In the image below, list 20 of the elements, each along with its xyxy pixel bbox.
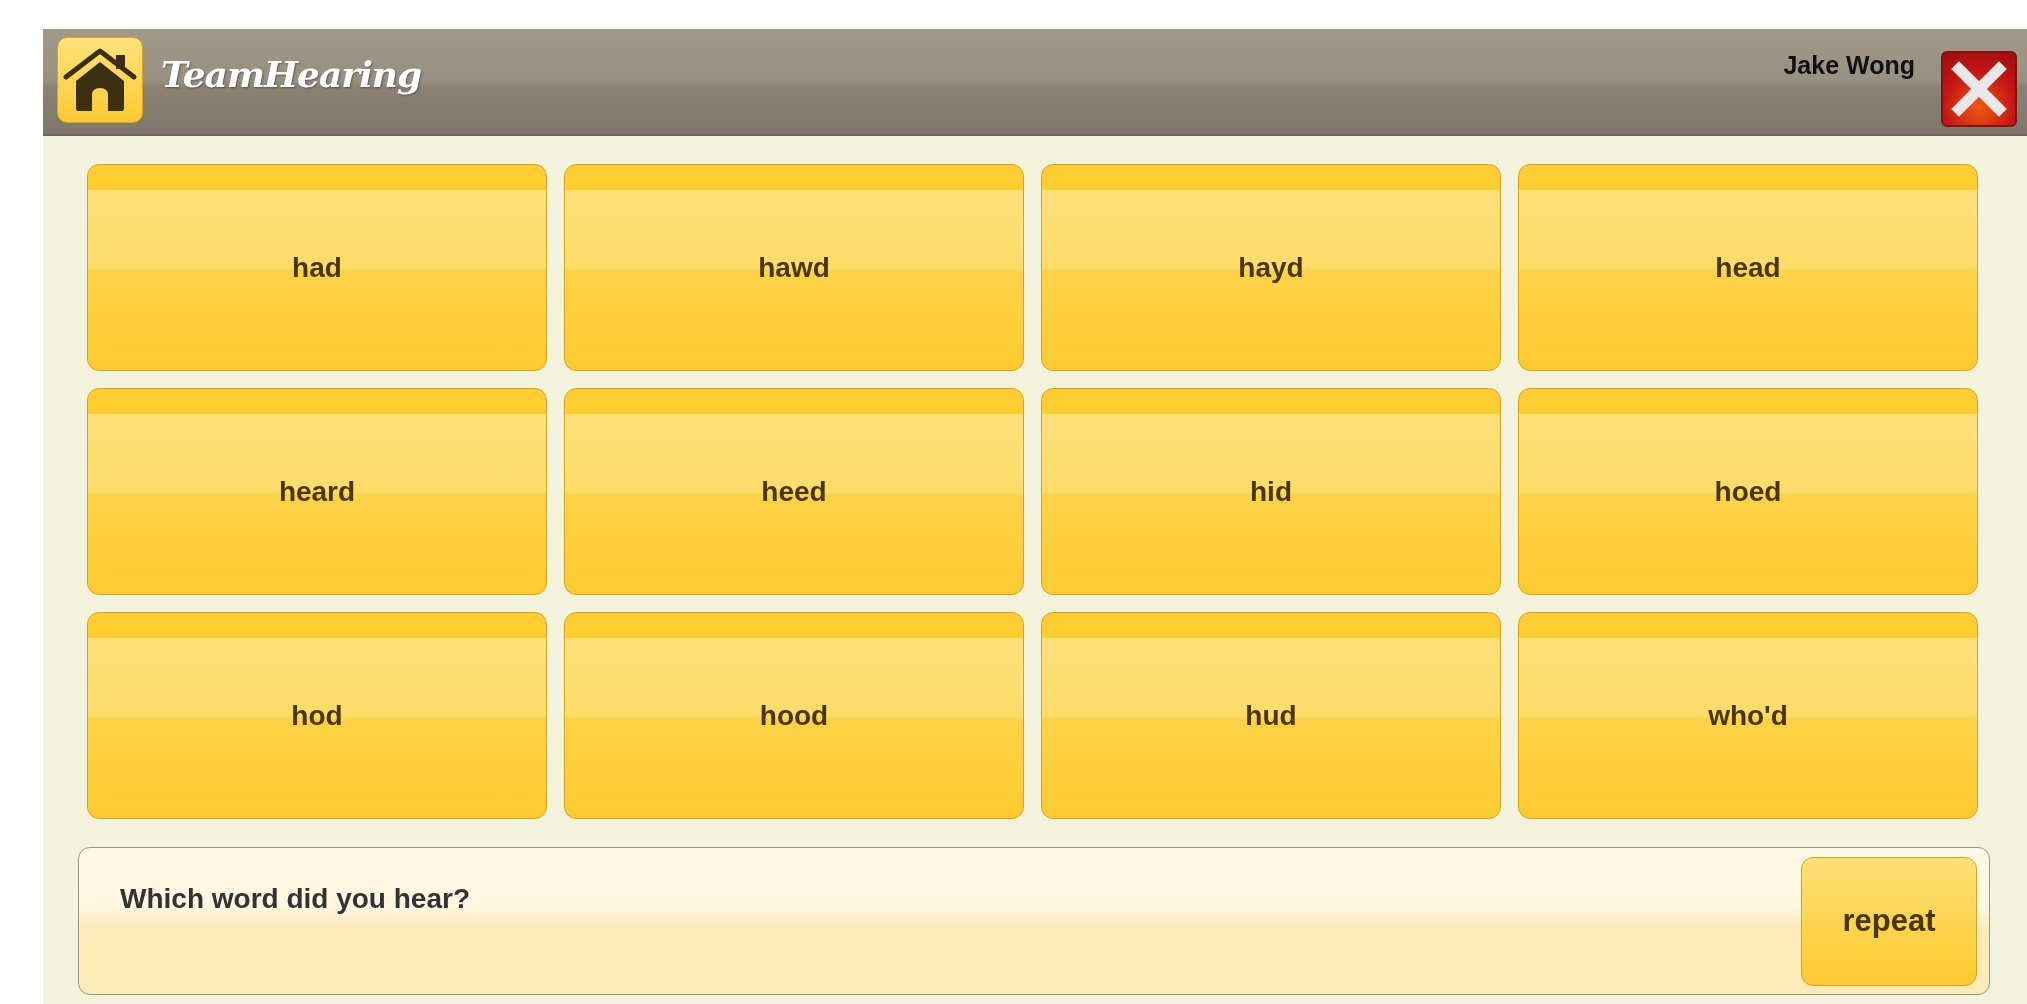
app-title: TeamHearing (161, 53, 422, 95)
word-button[interactable]: hoed (1518, 388, 1978, 595)
word-button[interactable]: head (1518, 164, 1978, 371)
home-button[interactable] (57, 37, 143, 123)
close-icon (1951, 61, 2007, 117)
word-button[interactable]: hayd (1041, 164, 1501, 371)
word-button[interactable]: hud (1041, 612, 1501, 819)
word-button[interactable]: hod (87, 612, 547, 819)
word-button[interactable]: hood (564, 612, 1024, 819)
close-button[interactable] (1941, 51, 2017, 127)
question-text: Which word did you hear? (120, 883, 470, 915)
word-button[interactable]: heard (87, 388, 547, 595)
word-button[interactable]: who'd (1518, 612, 1978, 819)
home-icon (62, 47, 138, 113)
word-button[interactable]: hawd (564, 164, 1024, 371)
word-button[interactable]: had (87, 164, 547, 371)
word-button[interactable]: hid (1041, 388, 1501, 595)
repeat-button[interactable]: repeat (1801, 856, 1977, 986)
word-button[interactable]: heed (564, 388, 1024, 595)
user-name: Jake Wong (1783, 51, 1915, 80)
